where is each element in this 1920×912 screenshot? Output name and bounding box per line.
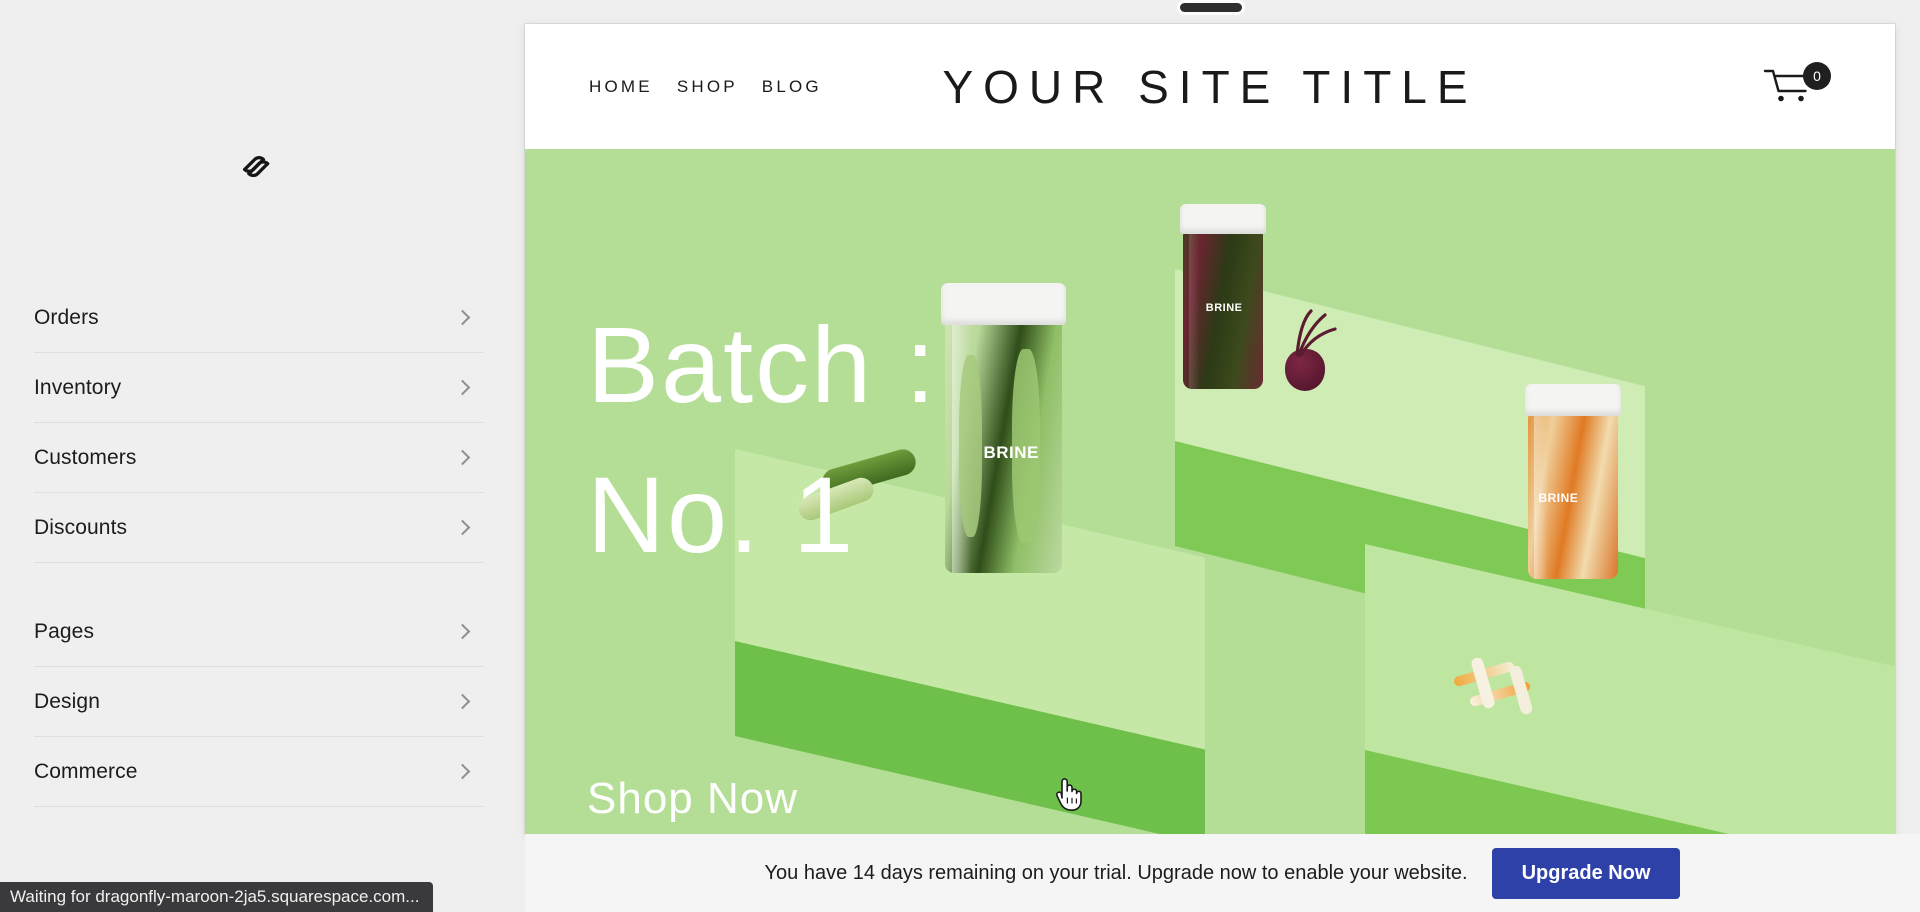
- sidebar-group-commerce: Orders Inventory Customers Discounts: [34, 283, 484, 563]
- sidebar-item-inventory[interactable]: Inventory: [34, 353, 484, 423]
- editor-sidebar: Orders Inventory Customers Discounts Pag…: [0, 0, 525, 912]
- sidebar-item-label: Design: [34, 690, 100, 713]
- browser-status-bubble: Waiting for dragonfly-maroon-2ja5.square…: [0, 882, 434, 912]
- product-jar-carrots: BRINE: [1525, 384, 1621, 579]
- site-nav-link-home[interactable]: HOME: [589, 77, 653, 97]
- chevron-right-icon: [454, 519, 471, 536]
- pedestal-right: [1365, 544, 1895, 834]
- resize-handle[interactable]: [1180, 3, 1242, 12]
- jar-brand-text: BRINE: [1538, 491, 1579, 506]
- upgrade-now-button[interactable]: Upgrade Now: [1491, 847, 1681, 899]
- site-header: HOME SHOP BLOG YOUR SITE TITLE 0: [525, 24, 1895, 149]
- jar-brand-text: BRINE: [1205, 302, 1243, 315]
- sidebar-item-customers[interactable]: Customers: [34, 423, 484, 493]
- trial-notification-bar: You have 14 days remaining on your trial…: [525, 834, 1920, 912]
- sidebar-item-label: Inventory: [34, 376, 122, 399]
- product-jar-beets: BRINE: [1180, 204, 1266, 389]
- sidebar-nav: Orders Inventory Customers Discounts Pag…: [34, 283, 484, 807]
- site-nav-link-blog[interactable]: BLOG: [762, 77, 822, 97]
- sidebar-item-label: Commerce: [34, 760, 138, 783]
- chevron-right-icon: [454, 693, 471, 710]
- hero-product-photo: BRINE BRINE BRINE: [525, 149, 1895, 834]
- sidebar-group-site: Pages Design Commerce: [34, 597, 484, 807]
- trial-message: You have 14 days remaining on your trial…: [764, 861, 1468, 884]
- squarespace-editor-window: Orders Inventory Customers Discounts Pag…: [0, 0, 1920, 912]
- sidebar-item-commerce[interactable]: Commerce: [34, 737, 484, 807]
- site-preview-panel[interactable]: HOME SHOP BLOG YOUR SITE TITLE 0 BRINE B…: [525, 24, 1895, 834]
- chevron-right-icon: [454, 623, 471, 640]
- chevron-right-icon: [454, 449, 471, 466]
- site-nav-link-shop[interactable]: SHOP: [677, 77, 738, 97]
- sidebar-item-discounts[interactable]: Discounts: [34, 493, 484, 563]
- cart-count-badge: 0: [1803, 61, 1831, 90]
- sidebar-item-pages[interactable]: Pages: [34, 597, 484, 667]
- product-jar-dill-pickles: BRINE: [941, 283, 1066, 573]
- squarespace-logo-icon[interactable]: [230, 140, 282, 192]
- sidebar-item-orders[interactable]: Orders: [34, 283, 484, 353]
- hero-section: BRINE BRINE BRINE Batch: No. 1 Shop Now: [525, 149, 1895, 834]
- site-title: YOUR SITE TITLE: [942, 60, 1478, 113]
- site-nav: HOME SHOP BLOG: [589, 77, 822, 97]
- sidebar-item-label: Orders: [34, 306, 99, 329]
- sidebar-item-design[interactable]: Design: [34, 667, 484, 737]
- shop-now-button[interactable]: Shop Now: [587, 774, 798, 824]
- chevron-right-icon: [454, 379, 471, 396]
- shopping-cart-icon[interactable]: 0: [1763, 61, 1831, 110]
- sidebar-item-label: Customers: [34, 446, 137, 469]
- beet-stems: [1277, 309, 1341, 357]
- chevron-right-icon: [454, 763, 471, 780]
- sidebar-item-label: Discounts: [34, 516, 128, 539]
- chevron-right-icon: [454, 309, 471, 326]
- jar-brand-text: BRINE: [983, 442, 1039, 462]
- sidebar-item-label: Pages: [34, 620, 95, 643]
